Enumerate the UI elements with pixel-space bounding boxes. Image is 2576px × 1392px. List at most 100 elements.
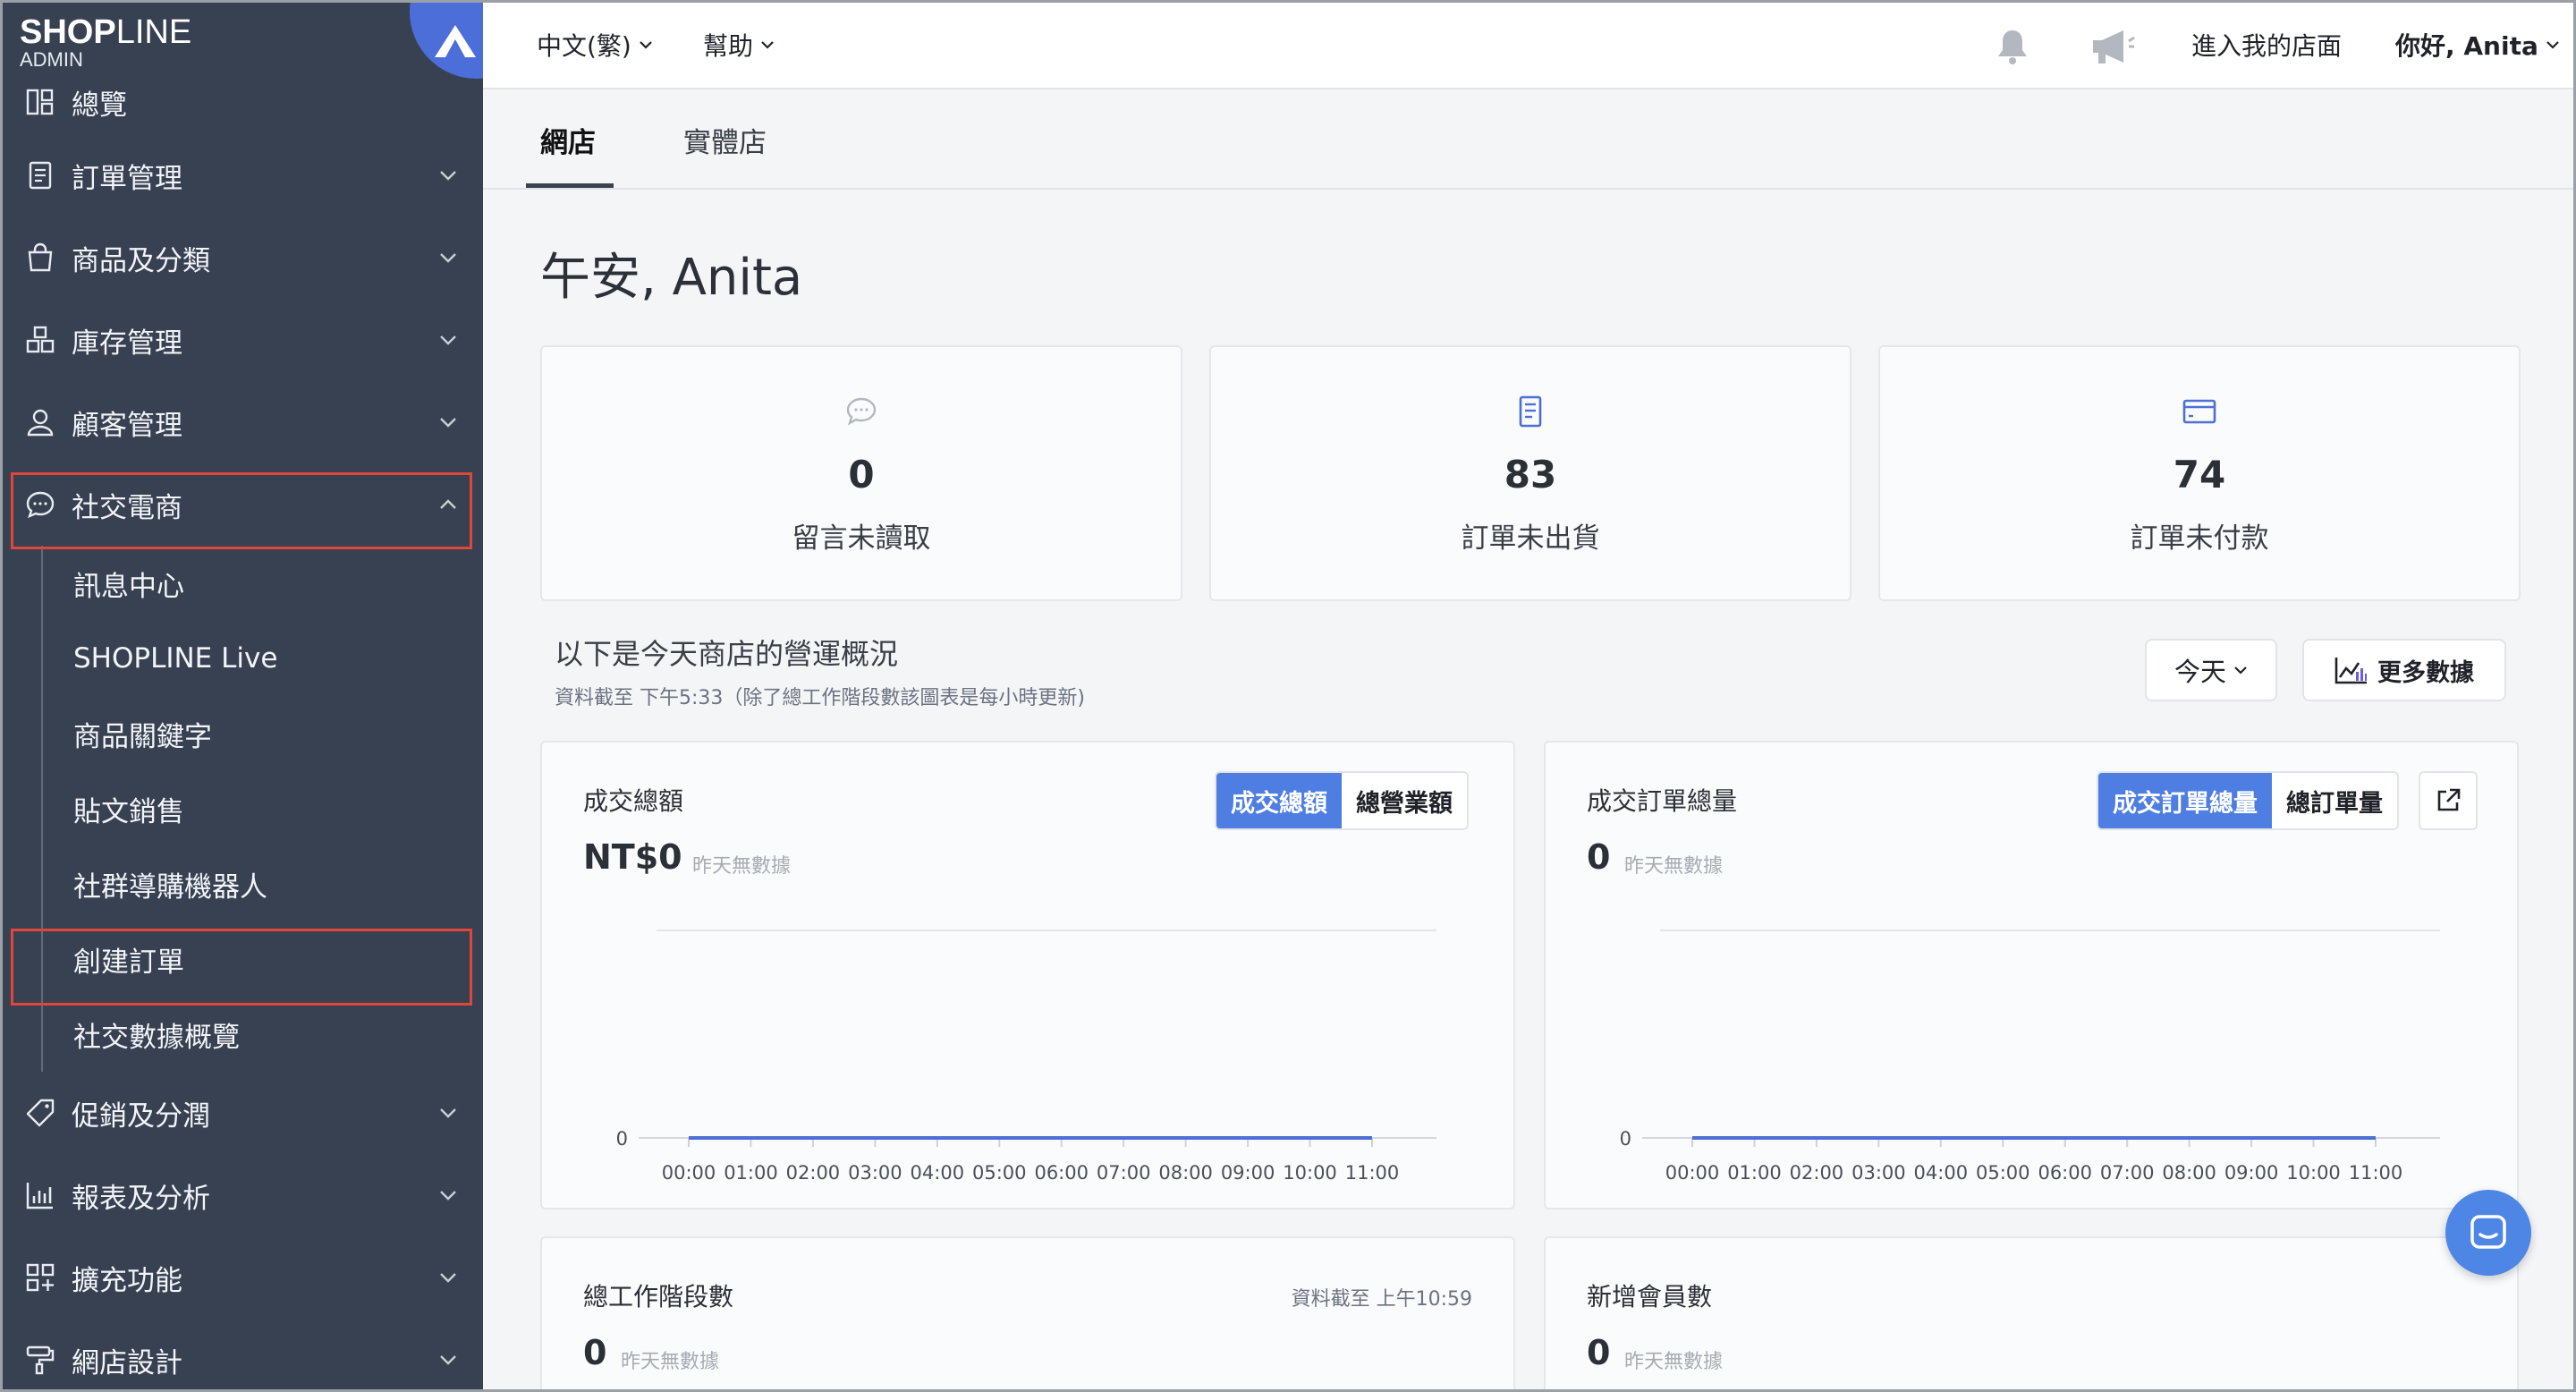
credit-card-icon: [2182, 399, 2216, 424]
sub-item-post-sales[interactable]: 貼文銷售: [0, 771, 483, 846]
enter-store-link[interactable]: 進入我的店面: [2191, 0, 2342, 89]
sidebar-item-label: 庫存管理: [72, 327, 182, 360]
x-tick-label: 01:00: [724, 1162, 778, 1184]
order-icon: [25, 160, 55, 191]
sub-item-shopline-live[interactable]: SHOPLINE Live: [0, 621, 483, 696]
sub-item-message-center[interactable]: 訊息中心: [0, 546, 483, 621]
top-bar: 中文(繁) 幫助 進入我的店面 你好, Anita: [483, 0, 2576, 89]
chevron-down-icon: [440, 1273, 456, 1283]
x-tick-label: 06:00: [2038, 1162, 2092, 1184]
x-tick-label: 05:00: [972, 1162, 1027, 1184]
sidebar-item-store-design[interactable]: 網店設計: [0, 1319, 483, 1392]
x-tick-label: 07:00: [2100, 1162, 2155, 1184]
language-selector[interactable]: 中文(繁): [537, 0, 653, 89]
card-value: 0: [1587, 1333, 1611, 1372]
brand-logo[interactable]: SHOPLINE ADMIN: [20, 14, 191, 70]
x-tick-label: 02:00: [786, 1162, 841, 1184]
sidebar-item-label: 顧客管理: [72, 409, 182, 442]
chevron-down-icon: [440, 1191, 456, 1201]
x-tick-label: 00:00: [1665, 1162, 1720, 1184]
sidebar-item-orders[interactable]: 訂單管理: [0, 134, 483, 216]
support-chat-button[interactable]: [2445, 1190, 2531, 1276]
card-title: 新增會員數: [1587, 1282, 1713, 1311]
stat-card-unread-comments[interactable]: 0 留言未讀取: [540, 345, 1182, 601]
brand-corner-badge[interactable]: [410, 0, 483, 79]
megaphone-icon[interactable]: [2089, 27, 2136, 66]
period-dropdown[interactable]: 今天: [2145, 639, 2277, 701]
chart-card-orders: 成交訂單總量 0 昨天無數據 成交訂單總量 總訂單量 0 00:00 01:00 02…: [1544, 741, 2519, 1210]
x-tick-label: 00:00: [662, 1162, 716, 1184]
x-tick-label: 10:00: [2286, 1162, 2341, 1184]
x-tick-label: 03:00: [848, 1162, 902, 1184]
x-tick-label: 08:00: [1158, 1162, 1213, 1184]
tag-icon: [25, 1098, 55, 1128]
sub-item-product-keywords[interactable]: 商品關鍵字: [0, 696, 483, 771]
sidebar-item-inventory[interactable]: 庫存管理: [0, 299, 483, 381]
brand-wordmark: SHOPLINE: [20, 13, 192, 51]
channel-tabs: 網店 實體店: [483, 89, 2576, 190]
help-label: 幫助: [703, 31, 754, 61]
y-tick-label: 0: [1620, 1128, 1631, 1150]
sidebar-item-reports[interactable]: 報表及分析: [0, 1154, 483, 1236]
user-greeting: 你好, Anita: [2395, 31, 2538, 61]
chevron-down-icon: [2546, 41, 2559, 49]
sidebar: SHOPLINE ADMIN 總覽 訂單管理 商品及分類 庫存管理 顧客管理 社…: [0, 0, 483, 1392]
sidebar-item-label: 訂單管理: [72, 162, 182, 195]
x-tick-label: 09:00: [2224, 1162, 2279, 1184]
sidebar-item-promotions[interactable]: 促銷及分潤: [0, 1072, 483, 1154]
overview-title: 以下是今天商店的營運概況: [555, 637, 899, 671]
x-tick-label: 02:00: [1790, 1162, 1844, 1184]
shopline-mark-icon: [435, 25, 476, 57]
sub-item-social-insights[interactable]: 社交數據概覽: [0, 997, 483, 1072]
orders-line-chart: 0 00:00 01:00 02:00 03:00 04:00 05:00 06:00 07:0…: [1620, 929, 2440, 1184]
chevron-down-icon: [440, 335, 456, 345]
sales-line-chart: 0 00:00 01:00 02:00 03:00 04:00 05:00 06:00 07:0…: [616, 929, 1436, 1184]
chevron-down-icon: [761, 41, 774, 49]
x-tick-label: 06:00: [1034, 1162, 1089, 1184]
sidebar-item-apps[interactable]: 擴充功能: [0, 1236, 483, 1319]
chevron-down-icon: [440, 253, 456, 263]
more-data-button[interactable]: 更多數據: [2302, 639, 2506, 701]
active-tab-indicator: [526, 183, 614, 188]
x-tick-label: 11:00: [2349, 1162, 2403, 1184]
sidebar-item-customers[interactable]: 顧客管理: [0, 381, 483, 463]
stat-label: 訂單未付款: [2130, 522, 2269, 555]
stat-card-unpaid-orders[interactable]: 74 訂單未付款: [1878, 345, 2521, 601]
chart-trend-icon: [2334, 658, 2367, 684]
sidebar-item-products[interactable]: 商品及分類: [0, 216, 483, 299]
card-updated-time: 資料截至 上午10:59: [1291, 1288, 1472, 1311]
inventory-icon: [25, 325, 55, 355]
sidebar-item-label: 商品及分類: [72, 244, 210, 277]
card-note: 昨天無數據: [1624, 1351, 1724, 1373]
shopping-bag-icon: [25, 242, 55, 273]
sidebar-item-label: 擴充功能: [72, 1264, 182, 1297]
user-menu[interactable]: 你好, Anita: [2395, 0, 2560, 89]
paint-roller-icon: [25, 1345, 55, 1375]
x-tick-label: 01:00: [1727, 1162, 1782, 1184]
card-value: 0: [583, 1333, 607, 1372]
language-label: 中文(繁): [537, 31, 631, 61]
help-menu[interactable]: 幫助: [703, 0, 775, 89]
stat-card-unshipped-orders[interactable]: 83 訂單未出貨: [1209, 345, 1852, 601]
dashboard-icon: [25, 87, 55, 117]
x-tick-label: 04:00: [911, 1162, 965, 1184]
sidebar-item-label: 總覽: [72, 89, 127, 122]
x-tick-label: 08:00: [2162, 1162, 2216, 1184]
stat-value: 83: [1504, 453, 1557, 497]
tab-retail-store[interactable]: 實體店: [683, 89, 767, 190]
sidebar-item-label: 報表及分析: [72, 1182, 210, 1215]
sidebar-item-overview[interactable]: 總覽: [0, 70, 483, 134]
sub-item-social-bot[interactable]: 社群導購機器人: [0, 846, 483, 921]
y-tick-label: 0: [616, 1128, 628, 1150]
highlight-create-order: [11, 929, 472, 1006]
card-new-members: 新增會員數 0 昨天無數據: [1544, 1236, 2519, 1392]
tab-online-store[interactable]: 網店: [540, 89, 596, 190]
card-title: 總工作階段數: [583, 1282, 734, 1311]
chevron-down-icon: [440, 171, 456, 181]
x-tick-label: 07:00: [1097, 1162, 1151, 1184]
bell-icon[interactable]: [1993, 27, 2032, 66]
x-tick-label: 04:00: [1914, 1162, 1969, 1184]
brand-admin-label: ADMIN: [20, 48, 83, 71]
sidebar-nav: 總覽 訂單管理 商品及分類 庫存管理 顧客管理 社交電商 訊息中心 SHOPLI…: [0, 70, 483, 1392]
chevron-down-icon: [2234, 666, 2247, 675]
